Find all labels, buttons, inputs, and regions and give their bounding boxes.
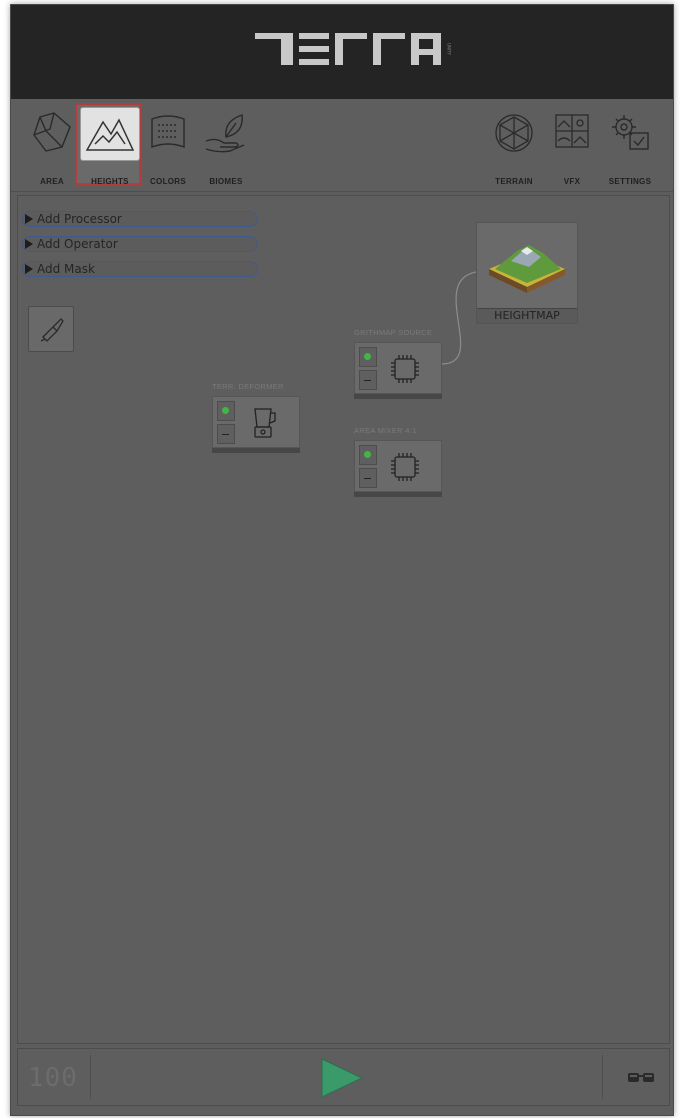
operator-node[interactable]: AREA MIXER 4:1 [354, 426, 442, 498]
tool-biomes-label: BIOMES [209, 177, 243, 186]
header: UNITY [11, 5, 673, 99]
enable-toggle[interactable] [359, 445, 377, 465]
chip-icon [391, 453, 419, 481]
tool-biomes[interactable]: BIOMES [191, 99, 261, 191]
chip-icon [391, 355, 419, 383]
enable-toggle[interactable] [217, 401, 235, 421]
glasses-icon[interactable] [627, 1067, 655, 1087]
blender-icon [254, 408, 276, 438]
collapse-button[interactable] [359, 468, 377, 488]
heightmap-label: HEIGHTMAP [477, 308, 577, 323]
mountain-icon [80, 107, 140, 161]
terra-logo: UNITY [255, 33, 452, 65]
toolbar: AREA HEIGHTS COLORS BIOMES TERRAIN VFX S… [11, 99, 673, 192]
node-graph[interactable]: Add Processor Add Operator Add Mask HEIG… [17, 195, 670, 1044]
node-footer [354, 394, 442, 399]
divider [90, 1055, 91, 1099]
area-map-icon [33, 112, 71, 152]
enable-toggle[interactable] [359, 347, 377, 367]
collapse-button[interactable] [217, 424, 235, 444]
gear-icon [612, 115, 649, 150]
resolution-counter: 100 [28, 1063, 78, 1093]
sphere-icon [495, 114, 533, 152]
deformer-node[interactable]: TERR. DEFORMER [212, 382, 300, 454]
node-footer [354, 492, 442, 497]
bottom-bar: 100 [17, 1048, 670, 1106]
texture-icon [151, 115, 185, 149]
node-body [354, 440, 442, 492]
collapse-button[interactable] [359, 370, 377, 390]
tool-settings[interactable]: SETTINGS [595, 99, 665, 191]
terra-panel: UNITY AREA HEIGHTS COLORS BIOMES TERRAIN… [10, 4, 674, 1116]
tool-settings-label: SETTINGS [608, 177, 652, 186]
landscape-icon [555, 114, 589, 148]
node-title: AREA MIXER 4:1 [354, 426, 417, 435]
node-footer [212, 448, 300, 453]
node-title: TERR. DEFORMER [212, 382, 284, 391]
terrain-preview-icon [489, 245, 565, 293]
node-body [354, 342, 442, 394]
heightmap-output-node[interactable]: HEIGHTMAP [476, 222, 578, 324]
leaf-hand-icon [205, 114, 245, 153]
node-body [212, 396, 300, 448]
logo-sub: UNITY [447, 43, 452, 56]
node-title: GRITHMAP SOURCE [354, 328, 433, 337]
processor-node[interactable]: GRITHMAP SOURCE [354, 328, 442, 400]
divider [602, 1055, 603, 1099]
play-icon[interactable] [318, 1055, 364, 1101]
